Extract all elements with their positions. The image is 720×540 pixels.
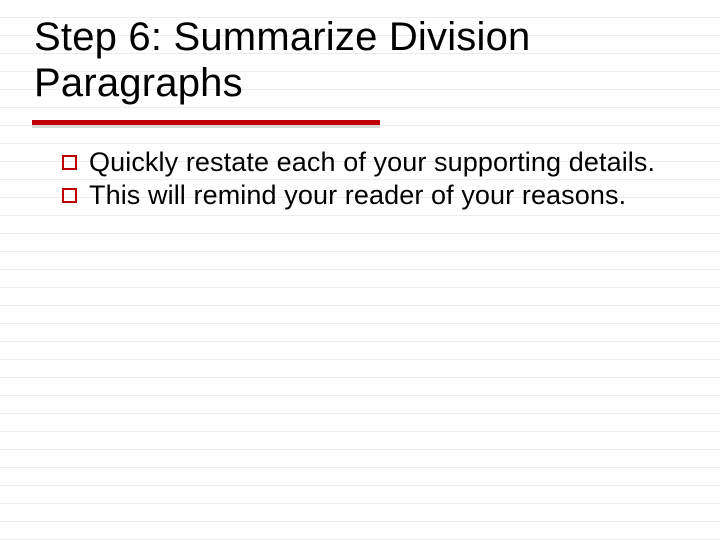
bullet-text: Quickly restate each of your supporting … xyxy=(89,146,655,179)
title-block: Step 6: Summarize Division Paragraphs xyxy=(34,14,674,106)
slide-title: Step 6: Summarize Division Paragraphs xyxy=(34,14,674,106)
square-bullet-icon xyxy=(62,188,77,203)
slide: Step 6: Summarize Division Paragraphs Qu… xyxy=(0,0,720,540)
list-item: Quickly restate each of your supporting … xyxy=(62,146,662,179)
bullet-text: This will remind your reader of your rea… xyxy=(89,179,626,212)
list-item: This will remind your reader of your rea… xyxy=(62,179,662,212)
square-bullet-icon xyxy=(62,155,77,170)
body-block: Quickly restate each of your supporting … xyxy=(62,146,662,212)
title-underline-shadow xyxy=(32,125,380,128)
